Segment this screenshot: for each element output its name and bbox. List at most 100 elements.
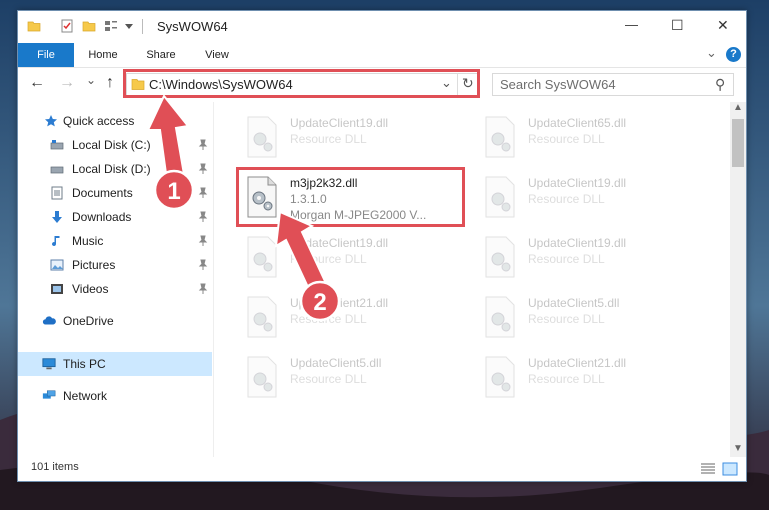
address-bar[interactable]: C:\Windows\SysWOW64 ⌄ ↻ <box>126 73 480 96</box>
sidebar-label: Local Disk (C:) <box>72 138 151 152</box>
back-icon[interactable]: ← <box>29 74 45 92</box>
item-count: 101 items <box>31 461 79 473</box>
drive-icon <box>50 140 64 150</box>
sidebar-item-local-disk-d[interactable]: Local Disk (D:) <box>18 157 212 181</box>
tab-view[interactable]: View <box>194 43 240 67</box>
file-item[interactable]: UpdateClient19.dll Resource DLL <box>238 110 463 164</box>
pin-icon <box>198 163 208 174</box>
title-bar: SysWOW64 — ☐ ✕ <box>18 11 746 43</box>
file-item[interactable]: UpdateClient5.dll Resource DLL <box>476 290 701 344</box>
properties-icon[interactable] <box>60 19 74 33</box>
pin-icon <box>198 187 208 198</box>
sidebar-item-videos[interactable]: Videos <box>18 277 212 301</box>
file-list: UpdateClient19.dll Resource DLL UpdateCl… <box>214 102 730 457</box>
title-separator <box>142 19 143 34</box>
address-dropdown-icon[interactable]: ⌄ <box>441 75 452 91</box>
computer-icon <box>42 358 56 370</box>
sidebar-item-music[interactable]: Music <box>18 229 212 253</box>
file-name: UpdateClient5.dll <box>528 296 620 310</box>
status-bar: 101 items <box>18 457 746 481</box>
navigation-pane: Quick access Local Disk (C:) Local Disk … <box>18 102 214 457</box>
file-type: Resource DLL <box>528 252 605 266</box>
sidebar-item-pictures[interactable]: Pictures <box>18 253 212 277</box>
file-item[interactable]: UpdateClient5.dll Resource DLL <box>238 350 463 404</box>
close-button[interactable]: ✕ <box>700 11 746 43</box>
view-icon[interactable] <box>104 19 118 33</box>
file-name: UpdateClient19.dll <box>290 116 389 130</box>
file-type: Resource DLL <box>528 192 605 206</box>
tab-home[interactable]: Home <box>79 43 127 67</box>
dll-file-icon <box>485 356 515 398</box>
refresh-icon[interactable]: ↻ <box>462 75 474 92</box>
ribbon-expand-icon[interactable]: ⌄ <box>706 45 717 61</box>
file-type: Resource DLL <box>290 372 367 386</box>
large-icons-view-icon[interactable] <box>722 462 738 476</box>
downloads-icon <box>52 211 62 223</box>
pin-icon <box>198 283 208 294</box>
recent-locations-icon[interactable]: ⌄ <box>86 73 96 87</box>
search-placeholder: Search SysWOW64 <box>500 77 616 92</box>
sidebar-label: Quick access <box>63 114 135 128</box>
documents-icon <box>51 186 63 200</box>
help-icon[interactable]: ? <box>726 47 741 62</box>
tab-share[interactable]: Share <box>136 43 186 67</box>
search-icon[interactable]: ⚲ <box>715 76 725 93</box>
pin-icon <box>198 211 208 222</box>
file-name: UpdateClient21.dll <box>528 356 627 370</box>
file-name: UpdateClient19.dll <box>528 236 627 250</box>
sidebar-label: Videos <box>72 282 109 296</box>
customize-quick-access-icon[interactable] <box>122 19 136 33</box>
scroll-thumb[interactable] <box>732 119 744 167</box>
sidebar-item-documents[interactable]: Documents <box>18 181 212 205</box>
dll-file-icon <box>247 296 277 338</box>
maximize-button[interactable]: ☐ <box>654 11 700 43</box>
ribbon-tabs: File Home Share View ⌄ ? <box>18 43 746 68</box>
sidebar-item-network[interactable]: Network <box>18 384 212 408</box>
sidebar-item-local-disk-c[interactable]: Local Disk (C:) <box>18 133 212 157</box>
videos-icon <box>51 284 63 294</box>
explorer-window: SysWOW64 — ☐ ✕ File Home Share View ⌄ ? … <box>17 10 747 482</box>
dll-file-icon <box>485 116 515 158</box>
search-input[interactable]: Search SysWOW64 ⚲ <box>492 73 734 96</box>
file-item-m3jp2k32[interactable]: m3jp2k32.dll 1.3.1.0 Morgan M-JPEG2000 V… <box>238 170 463 224</box>
dll-file-icon <box>247 116 277 158</box>
dll-file-icon <box>247 236 277 278</box>
forward-icon[interactable]: → <box>59 74 75 92</box>
sidebar-label: Network <box>63 389 108 403</box>
window-title: SysWOW64 <box>157 19 228 34</box>
pictures-icon <box>50 259 64 271</box>
file-description: Morgan M-JPEG2000 V... <box>290 208 427 222</box>
address-path: C:\Windows\SysWOW64 <box>149 77 293 92</box>
file-type: Resource DLL <box>528 372 605 386</box>
network-icon <box>42 390 56 399</box>
file-item[interactable]: UpdateClient65.dll Resource DLL <box>476 110 701 164</box>
sidebar-item-downloads[interactable]: Downloads <box>18 205 212 229</box>
sidebar-label: Downloads <box>72 210 132 224</box>
file-item[interactable]: UpdateClient21.dll Resource DLL <box>238 290 463 344</box>
file-item[interactable]: UpdateClient19.dll Resource DLL <box>476 230 701 284</box>
file-name: UpdateClient5.dll <box>290 356 382 370</box>
file-item[interactable]: UpdateClient19.dll Resource DLL <box>238 230 463 284</box>
dll-file-icon <box>485 296 515 338</box>
sidebar-item-this-pc[interactable]: This PC <box>18 352 212 376</box>
file-item[interactable]: UpdateClient19.dll Resource DLL <box>476 170 701 224</box>
file-item[interactable]: UpdateClient21.dll Resource DLL <box>476 350 701 404</box>
scroll-up-icon[interactable]: ▲ <box>733 102 743 113</box>
sidebar-label: Documents <box>72 186 133 200</box>
cloud-icon <box>42 316 56 325</box>
up-icon[interactable]: ↑ <box>106 74 114 92</box>
sidebar-item-quick-access[interactable]: Quick access <box>18 109 212 133</box>
minimize-button[interactable]: — <box>608 11 654 43</box>
file-type: Resource DLL <box>290 312 367 326</box>
file-type: Resource DLL <box>290 132 367 146</box>
new-folder-icon[interactable] <box>82 19 96 33</box>
sidebar-label: OneDrive <box>63 314 114 328</box>
pin-icon <box>198 259 208 270</box>
address-separator <box>457 74 458 95</box>
details-view-icon[interactable] <box>700 462 716 476</box>
scroll-down-icon[interactable]: ▼ <box>733 443 743 454</box>
dll-file-icon <box>247 356 277 398</box>
sidebar-item-onedrive[interactable]: OneDrive <box>18 309 212 333</box>
tab-file[interactable]: File <box>18 43 74 67</box>
vertical-scrollbar[interactable]: ▲ ▼ <box>730 102 746 457</box>
